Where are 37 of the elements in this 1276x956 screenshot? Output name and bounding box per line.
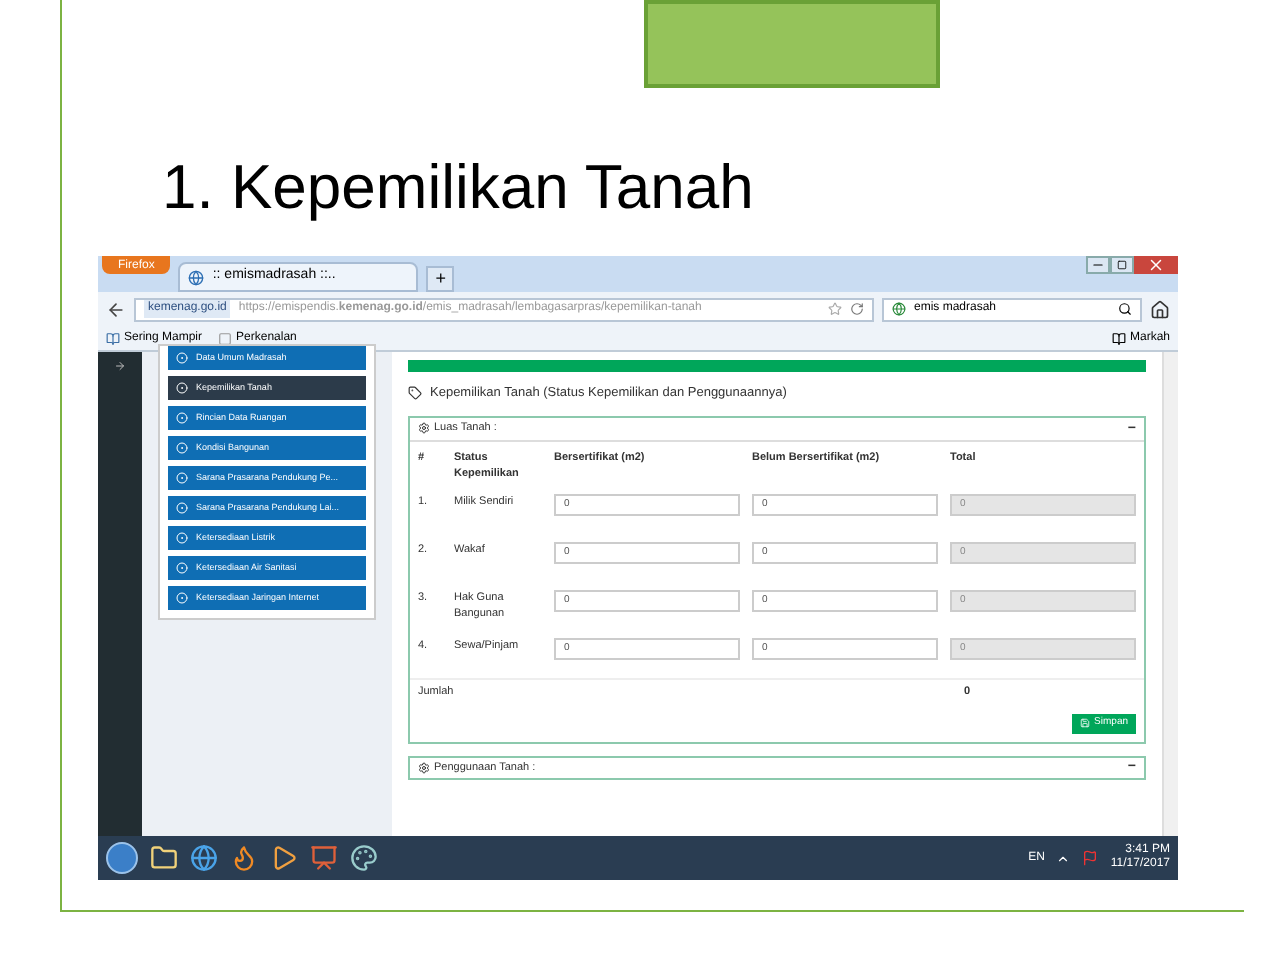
search-engine-icon [892, 302, 906, 316]
cog-icon [418, 761, 430, 774]
flag-icon[interactable] [1082, 850, 1099, 866]
star-icon[interactable] [828, 302, 842, 316]
close-icon[interactable] [1134, 256, 1178, 274]
search-icon[interactable] [1118, 302, 1132, 316]
circle-icon [176, 412, 188, 424]
minimize-icon[interactable] [1086, 256, 1110, 274]
play-icon[interactable] [270, 844, 298, 872]
tag-icon [408, 386, 422, 401]
home-icon[interactable] [1150, 299, 1170, 319]
presentation-icon[interactable] [310, 844, 338, 872]
palette-icon[interactable] [350, 844, 378, 872]
reload-icon[interactable] [850, 302, 864, 316]
circle-icon [176, 472, 188, 484]
cog-icon [418, 422, 430, 435]
circle-icon [176, 442, 188, 454]
circle-icon [176, 382, 188, 394]
slide-title: 1. Kepemilikan Tanah [162, 156, 756, 218]
page-icon [218, 331, 233, 345]
circle-icon [176, 502, 188, 514]
bookmark-icon [106, 331, 120, 345]
globe-icon[interactable] [190, 844, 218, 872]
back-icon[interactable] [106, 299, 126, 319]
new-tab-button[interactable]: + [426, 266, 455, 292]
toggle-icon[interactable] [114, 360, 126, 372]
maximize-icon[interactable] [1110, 256, 1134, 274]
flame-icon[interactable] [230, 844, 258, 872]
circle-icon [176, 562, 188, 574]
circle-icon [176, 532, 188, 544]
site-icon [188, 269, 205, 285]
start-orb-icon[interactable] [106, 842, 138, 874]
save-icon [1080, 718, 1091, 729]
circle-icon [176, 352, 188, 364]
folder-icon[interactable] [150, 844, 178, 872]
bookmarks-icon [1111, 331, 1126, 345]
circle-icon [176, 592, 188, 604]
